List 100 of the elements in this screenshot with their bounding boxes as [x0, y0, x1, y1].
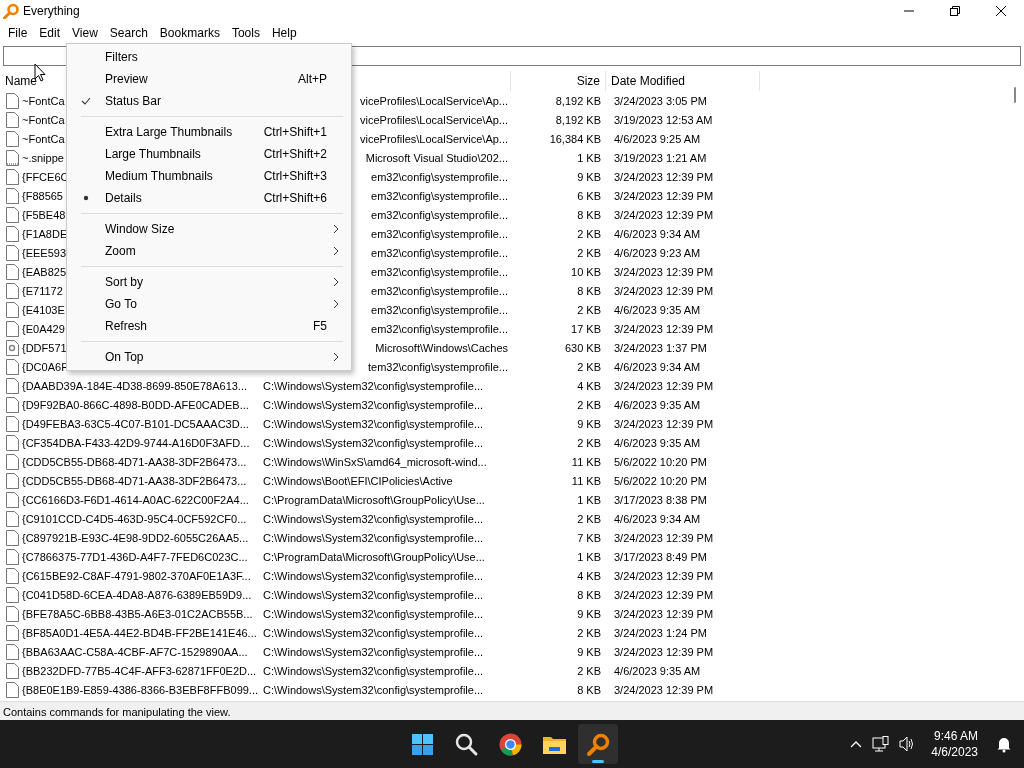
bell-icon[interactable]	[996, 735, 1012, 753]
file-path: em32\config\systemprofile...	[371, 303, 508, 316]
file-path: C:\Windows\System32\config\systemprofile...	[263, 683, 484, 696]
file-size: 8,192 KB	[554, 113, 602, 126]
clock-time[interactable]: 9:46 AM	[933, 728, 978, 744]
file-icon	[6, 548, 19, 565]
file-name: {DAABD39A-184E-4D38-8699-850E78A613...	[22, 379, 248, 392]
file-icon	[6, 206, 19, 223]
menu-option[interactable]: Preview Alt+P	[67, 68, 351, 90]
date-modified: 3/24/2023 12:39 PM	[613, 683, 715, 696]
speaker-icon[interactable]	[899, 736, 916, 752]
file-name: {FFCE6C	[22, 170, 69, 183]
status-text: Contains commands for manipulating the view.	[3, 705, 231, 718]
file-icon	[6, 149, 19, 166]
file-name: {CDD5CB55-DB68-4D71-AA38-3DF2B6473...	[22, 455, 247, 468]
chevron-up-icon[interactable]	[850, 739, 863, 749]
column-header[interactable]: Size	[511, 71, 606, 91]
menu-option[interactable]: Details Ctrl+Shift+6	[67, 187, 351, 209]
menu-item[interactable]: File	[2, 22, 34, 43]
file-size: 2 KB	[576, 227, 602, 240]
file-size: 4 KB	[576, 569, 602, 582]
file-icon	[6, 358, 19, 375]
file-size: 1 KB	[576, 550, 602, 563]
file-size: 9 KB	[576, 170, 602, 183]
chevron-right-icon	[333, 299, 339, 309]
menu-option[interactable]: Medium Thumbnails Ctrl+Shift+3	[67, 165, 351, 187]
file-path: C:\Windows\System32\config\systemprofile...	[263, 569, 484, 582]
menu-option[interactable]: Window Size	[67, 218, 351, 240]
file-name: ~.snippe	[22, 151, 64, 164]
clock-date[interactable]: 4/6/2023	[931, 744, 978, 760]
file-path: C:\Windows\System32\config\systemprofile...	[263, 379, 484, 392]
date-modified: 3/17/2023 8:38 PM	[613, 493, 708, 506]
file-name: {C615BE92-C8AF-4791-9802-370AF0E1A3F...	[22, 569, 251, 582]
file-size: 9 KB	[576, 417, 602, 430]
date-modified: 3/24/2023 12:39 PM	[613, 189, 715, 202]
settings-file-icon	[6, 339, 19, 356]
file-name: ~FontCa	[22, 132, 65, 145]
file-name: {E4103E	[22, 303, 65, 316]
file-path: C:\Windows\System32\config\systemprofile...	[263, 607, 484, 620]
file-icon	[6, 586, 19, 603]
menu-option[interactable]: Large Thumbnails Ctrl+Shift+2	[67, 143, 351, 165]
menu-item[interactable]: Search	[103, 22, 154, 43]
menu-item[interactable]: Help	[265, 22, 303, 43]
menu-item[interactable]: Tools	[225, 22, 266, 43]
menu-option[interactable]: Sort by	[67, 271, 351, 293]
file-size: 8 KB	[576, 208, 602, 221]
browser-icon	[497, 731, 523, 757]
date-modified: 4/6/2023 9:35 AM	[613, 436, 702, 449]
file-icon	[6, 529, 19, 546]
menu-item[interactable]: View	[66, 22, 104, 43]
file-path: C:\Windows\WinSxS\amd64_microsoft-wind...	[263, 455, 487, 468]
menu-option[interactable]: Filters	[67, 46, 351, 68]
date-modified: 4/6/2023 9:34 AM	[613, 512, 702, 525]
magnifier-logo-icon	[3, 3, 19, 19]
menu-option[interactable]: Status Bar	[67, 90, 351, 112]
column-header[interactable]: Date Modified	[606, 71, 760, 91]
menu-option[interactable]: Refresh F5	[67, 315, 351, 337]
menu-option[interactable]: On Top	[67, 346, 351, 368]
file-name: {F5BE48	[22, 208, 66, 221]
file-icon	[6, 510, 19, 527]
file-size: 8 KB	[576, 588, 602, 601]
menu-option[interactable]: Zoom	[67, 240, 351, 262]
close-icon	[996, 6, 1006, 16]
network-icon[interactable]	[872, 736, 890, 752]
file-name: ~FontCa	[22, 113, 65, 126]
file-icon	[6, 472, 19, 489]
window-title: Everything	[23, 4, 81, 18]
file-path: em32\config\systemprofile...	[371, 227, 508, 240]
date-modified: 3/24/2023 12:39 PM	[613, 588, 715, 601]
file-icon	[6, 111, 19, 128]
date-modified: 3/24/2023 12:39 PM	[613, 607, 715, 620]
file-path: C:\Windows\System32\config\systemprofile...	[263, 512, 484, 525]
date-modified: 3/24/2023 12:39 PM	[613, 265, 715, 278]
file-icon	[6, 453, 19, 470]
magnifier-logo-icon	[585, 731, 611, 757]
file-icon	[6, 643, 19, 660]
file-size: 8 KB	[576, 683, 602, 696]
file-icon	[6, 92, 19, 109]
menu-item[interactable]: Bookmarks	[153, 22, 226, 43]
file-name: {B8E0E1B9-E859-4386-8366-B3EBF8FFB099...	[22, 683, 259, 696]
date-modified: 3/24/2023 12:39 PM	[613, 531, 715, 544]
date-modified: 4/6/2023 9:34 AM	[613, 227, 702, 240]
file-icon	[6, 491, 19, 508]
scrollbar-thumb[interactable]	[1014, 87, 1016, 103]
file-icon	[6, 320, 19, 337]
file-size: 4 KB	[576, 379, 602, 392]
file-size: 16,384 KB	[548, 132, 602, 145]
menu-option[interactable]: Go To	[67, 293, 351, 315]
menu-option[interactable]: Extra Large Thumbnails Ctrl+Shift+1	[67, 121, 351, 143]
file-path: em32\config\systemprofile...	[371, 284, 508, 297]
file-size: 10 KB	[570, 265, 602, 278]
chevron-right-icon	[333, 224, 339, 234]
file-size: 2 KB	[576, 436, 602, 449]
menu-item[interactable]: Edit	[33, 22, 67, 43]
date-modified: 5/6/2022 10:20 PM	[613, 474, 708, 487]
file-name: {CF354DBA-F433-42D9-9744-A16D0F3AFD...	[22, 436, 250, 449]
file-size: 6 KB	[576, 189, 602, 202]
file-icon	[6, 263, 19, 280]
file-name: {F1A8DE	[22, 227, 68, 240]
date-modified: 3/24/2023 12:39 PM	[613, 284, 715, 297]
